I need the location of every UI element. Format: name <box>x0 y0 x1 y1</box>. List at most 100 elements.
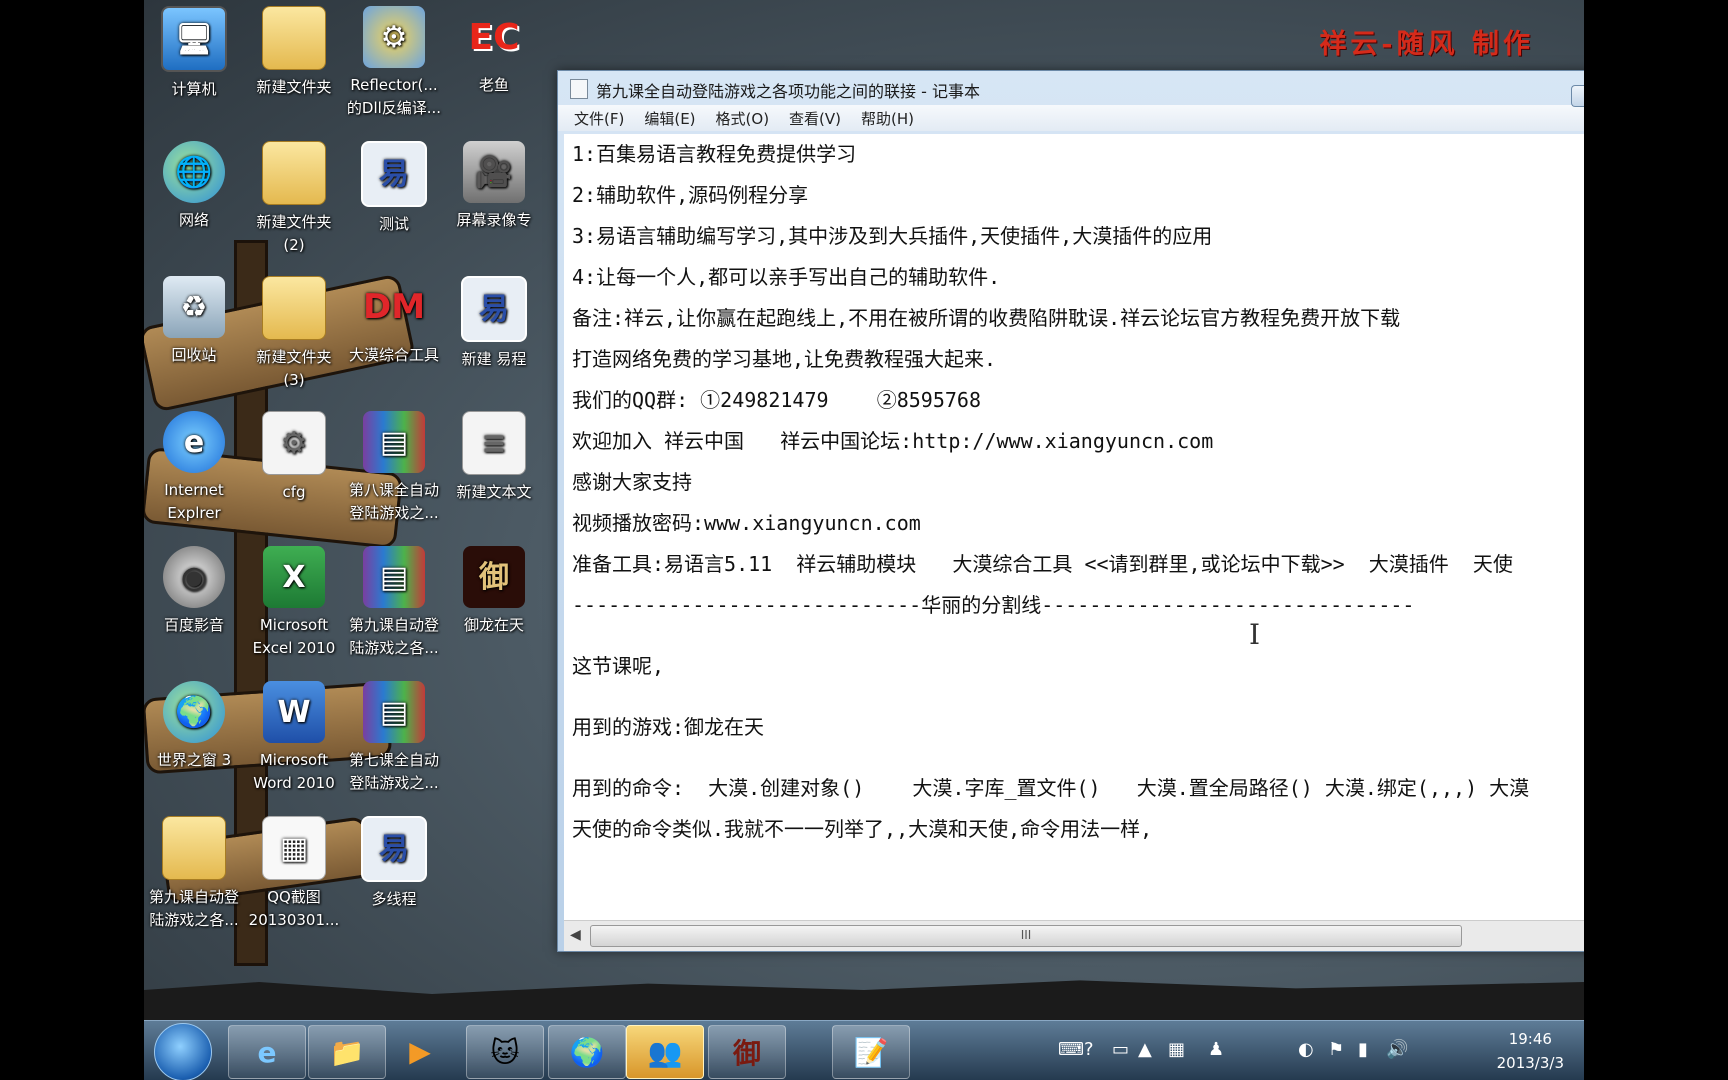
desktop-icon-label: 第九课自动登陆游戏之各... <box>148 888 239 929</box>
rar-icon: ▤ <box>363 546 425 608</box>
desktop-icon-world-browser[interactable]: 🌍 世界之窗 3 <box>144 675 244 772</box>
taskbar-world-browser-button[interactable]: 🌍 <box>548 1025 626 1079</box>
minimize-button[interactable]: – <box>1571 85 1584 107</box>
taskbar-ie-button[interactable]: e <box>228 1025 306 1079</box>
browser-globe-icon: 🌍 <box>163 681 225 743</box>
desktop-icon-internet-explorer[interactable]: e Internet Explrer <box>144 405 244 525</box>
taskbar-notepad-button[interactable]: 📝 <box>832 1025 910 1079</box>
notepad-window[interactable]: 第九课全自动登陆游戏之各项功能之间的联接 - 记事本 – 文件(F) 编辑(E)… <box>557 70 1584 952</box>
desktop-icon-new-folder-2[interactable]: 新建文件夹 (2) <box>244 135 344 257</box>
menu-file[interactable]: 文件(F) <box>564 108 634 129</box>
taskbar-media-player-button[interactable]: ▶ <box>382 1025 458 1077</box>
desktop-icon-network[interactable]: 🌐 网络 <box>144 135 244 232</box>
desktop-icon-label: 第七课全自动登陆游戏之... <box>348 751 439 792</box>
desktop-icon-reflector[interactable]: ⚙ Reflector(...的Dll反编译... <box>344 0 444 120</box>
desktop-icon-recycle-bin[interactable]: ♻ 回收站 <box>144 270 244 367</box>
scroll-left-icon[interactable]: ◀ <box>570 927 581 943</box>
computer-icon: 🖥 <box>161 6 227 72</box>
desktop-icon-label: Microsoft Excel 2010 <box>252 616 336 657</box>
text-line: 感谢大家支持 <box>572 470 692 494</box>
system-clock[interactable]: 19:46 2013/3/3 <box>1497 1027 1564 1075</box>
ie-icon: e <box>163 411 225 473</box>
text-line: 视频播放密码:www.xiangyuncn.com <box>572 511 921 535</box>
desktop-icon-label: 回收站 <box>171 346 217 364</box>
desktop-icon-test[interactable]: 易 测试 <box>344 135 444 236</box>
excel-icon: X <box>263 546 325 608</box>
taskbar-game-button[interactable]: 御 <box>708 1025 786 1079</box>
yi-icon: 易 <box>361 141 427 207</box>
desktop-icon-lesson-9-folder[interactable]: 第九课自动登陆游戏之各... <box>144 810 244 932</box>
start-button[interactable] <box>154 1023 212 1080</box>
text-line: 打造网络免费的学习基地,让免费教程强大起来. <box>572 347 997 371</box>
desktop-icon-yulong-game[interactable]: 御 御龙在天 <box>444 540 544 637</box>
desktop-icon-lesson-8-archive[interactable]: ▤ 第八课全自动登陆游戏之... <box>344 405 444 525</box>
ec-icon: EC <box>468 16 520 58</box>
volume-icon[interactable]: 🔊 <box>1386 1039 1408 1060</box>
menu-help[interactable]: 帮助(H) <box>851 108 924 129</box>
horizontal-scrollbar[interactable]: ◀ III <box>564 920 1584 951</box>
desktop-icon-screen-recorder[interactable]: 🎥 屏幕录像专 <box>444 135 544 232</box>
desktop-icon-new-text-doc[interactable]: ≡ 新建文本文 <box>444 405 544 504</box>
tray-app-icon[interactable]: ▦ <box>1168 1039 1185 1060</box>
desktop-icon-lesson-9-archive[interactable]: ▤ 第九课自动登陆游戏之各... <box>344 540 444 660</box>
text-line: 天使的命令类似.我就不一一列举了,,大漠和天使,命令用法一样, <box>572 817 1153 841</box>
wallpaper-ground <box>144 980 1584 1030</box>
desktop-icon-computer[interactable]: 🖥 计算机 <box>144 0 244 101</box>
dm-tool-icon: DM <box>362 286 426 327</box>
folder-icon <box>262 141 326 205</box>
desktop-icon-new-yi[interactable]: 易 新建 易程 <box>444 270 544 371</box>
text-line: 我们的QQ群: ①249821479 ②8595768 <box>572 388 981 412</box>
window-titlebar[interactable]: 第九课全自动登陆游戏之各项功能之间的联接 - 记事本 – <box>558 71 1584 107</box>
desktop: 祥云-随风 制作 🖥 计算机 新建文件夹 ⚙ Reflector(...的Dll… <box>144 0 1584 1080</box>
desktop-icon-baidu-video[interactable]: ◉ 百度影音 <box>144 540 244 637</box>
desktop-icon-label: 屏幕录像专 <box>456 211 532 229</box>
text-line: 4:让每一个人,都可以亲手写出自己的辅助软件. <box>572 265 1001 289</box>
game-icon: 御 <box>463 546 525 608</box>
text-line: 2:辅助软件,源码例程分享 <box>572 183 809 207</box>
text-doc-icon: ≡ <box>462 411 526 475</box>
baidu-video-icon: ◉ <box>163 546 225 608</box>
show-hidden-icons-icon[interactable]: ▲ <box>1138 1039 1152 1060</box>
taskbar-explorer-button[interactable]: 📁 <box>308 1025 386 1079</box>
desktop-icon-new-folder-3[interactable]: 新建文件夹 (3) <box>244 270 344 392</box>
desktop-icon-label: 新建文本文 <box>456 483 532 501</box>
window-title: 第九课全自动登陆游戏之各项功能之间的联接 - 记事本 <box>596 82 980 101</box>
folder-icon <box>262 6 326 70</box>
desktop-icon-multithread[interactable]: 易 多线程 <box>344 810 444 911</box>
menu-view[interactable]: 查看(V) <box>779 108 851 129</box>
taskbar-contacts-button[interactable]: 👥 <box>626 1025 704 1079</box>
menu-format[interactable]: 格式(O) <box>706 108 780 129</box>
text-editor[interactable]: 1:百集易语言教程免费提供学习 2:辅助软件,源码例程分享 3:易语言辅助编写学… <box>564 134 1584 921</box>
desktop-icon-label: 世界之窗 3 <box>156 751 232 769</box>
desktop-icon-label: 新建文件夹 (3) <box>256 348 332 389</box>
taskbar-qq-pet-button[interactable]: 🐱 <box>466 1025 544 1079</box>
text-line: 3:易语言辅助编写学习,其中涉及到大兵插件,天使插件,大漠插件的应用 <box>572 224 1213 248</box>
keyboard-icon[interactable]: ⌨ <box>1058 1039 1084 1060</box>
desktop-icon-lesson-7-archive[interactable]: ▤ 第七课全自动登陆游戏之... <box>344 675 444 795</box>
tray-app-icon-2[interactable]: ◐ <box>1298 1039 1314 1060</box>
desktop-icon-label: QQ截图 20130301... <box>248 888 340 929</box>
desktop-icon-cfg[interactable]: ⚙ cfg <box>244 405 344 504</box>
menu-edit[interactable]: 编辑(E) <box>634 108 705 129</box>
desktop-icon-label: 大漠综合工具 <box>348 346 439 364</box>
notepad-icon <box>570 79 588 99</box>
desktop-icon-word[interactable]: W Microsoft Word 2010 <box>244 675 344 795</box>
yi-icon: 易 <box>461 276 527 342</box>
desktop-icon-laoyu[interactable]: EC 老鱼 <box>444 0 544 97</box>
desktop-icon-label: Internet Explrer <box>164 481 224 522</box>
desktop-icon-qq-screenshot[interactable]: ▦ QQ截图 20130301... <box>244 810 344 932</box>
network-signal-icon[interactable]: ▮ <box>1358 1039 1368 1060</box>
text-line: 备注:祥云,让你赢在起跑线上,不用在被所谓的收费陷阱耽误.祥云论坛官方教程免费开… <box>572 306 1401 330</box>
restore-icon[interactable]: ▭ <box>1112 1039 1129 1060</box>
desktop-icon-label: 计算机 <box>171 80 217 98</box>
desktop-icon-dm-tool[interactable]: DM 大漠综合工具 <box>344 270 444 367</box>
desktop-icon-label: 新建文件夹 (2) <box>256 213 332 254</box>
desktop-icon-new-folder[interactable]: 新建文件夹 <box>244 0 344 99</box>
desktop-icon-label: 新建 易程 <box>461 350 527 368</box>
help-icon[interactable]: ? <box>1084 1039 1094 1060</box>
desktop-icon-excel[interactable]: X Microsoft Excel 2010 <box>244 540 344 660</box>
action-center-icon[interactable]: ⚑ <box>1328 1039 1344 1060</box>
scrollbar-thumb[interactable]: III <box>590 925 1462 947</box>
camera-icon: 🎥 <box>463 141 525 203</box>
qq-tray-icon[interactable]: ♟ <box>1208 1039 1224 1060</box>
